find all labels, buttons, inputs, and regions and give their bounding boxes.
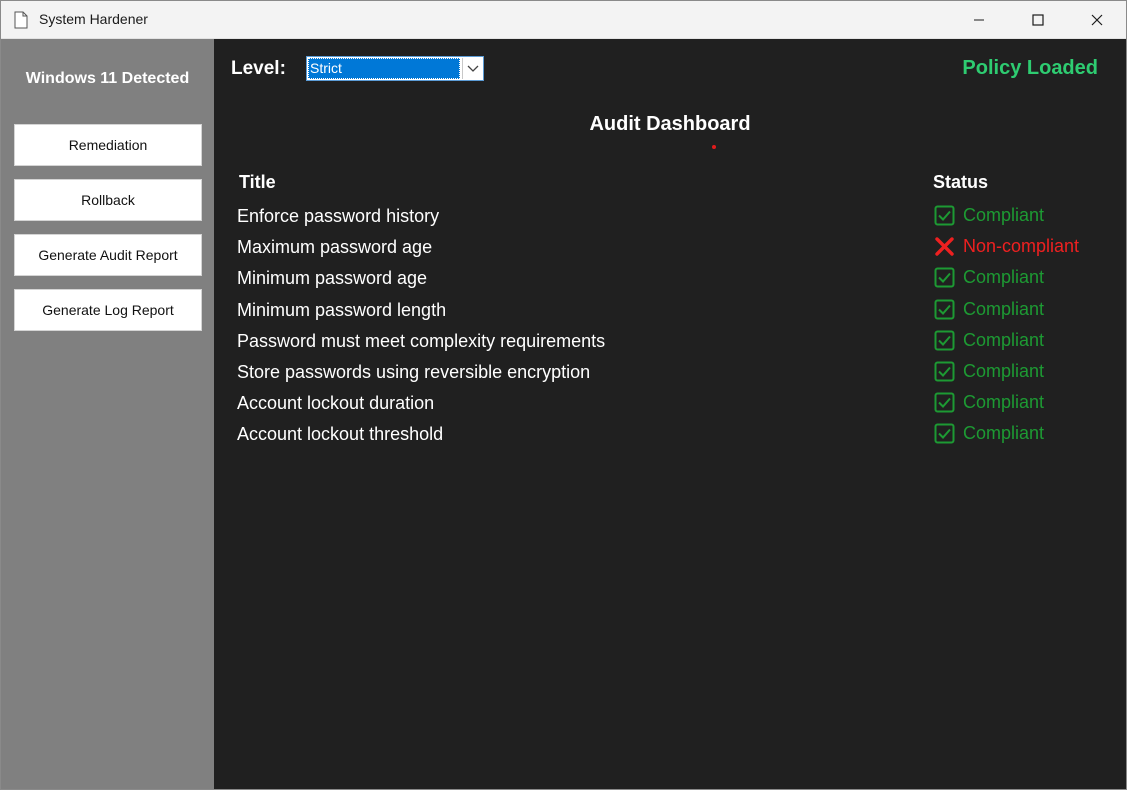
window-title: System Hardener	[39, 11, 148, 27]
generate-audit-report-button[interactable]: Generate Audit Report	[14, 234, 202, 276]
maximize-icon	[1032, 14, 1044, 26]
table-row: Minimum password age Compliant	[214, 265, 1126, 296]
minimize-icon	[974, 19, 984, 21]
row-status: Compliant	[934, 361, 1044, 382]
row-status-text: Compliant	[963, 298, 1045, 319]
row-status-text: Compliant	[963, 392, 1045, 413]
row-title: Store passwords using reversible encrypt…	[237, 362, 591, 382]
row-status-text: Compliant	[963, 361, 1045, 381]
column-header-title: Title	[239, 172, 276, 192]
maximize-button[interactable]	[1009, 1, 1067, 39]
row-title: Account lockout threshold	[237, 424, 444, 445]
table-row: Password must meet complexity requiremen…	[214, 328, 1126, 359]
row-status: Compliant	[934, 299, 1044, 320]
row-title: Enforce password history	[237, 206, 440, 226]
rollback-button[interactable]: Rollback	[14, 179, 202, 221]
check-box-icon	[934, 205, 955, 226]
row-status: Compliant	[934, 267, 1044, 288]
check-box-icon	[934, 423, 955, 444]
dropdown-button[interactable]	[462, 58, 482, 79]
table-row: Minimum password length Compliant	[214, 297, 1126, 328]
row-title: Password must meet complexity requiremen…	[237, 330, 606, 351]
row-status-text: Non-compliant	[963, 236, 1080, 257]
level-select[interactable]: Strict	[306, 56, 484, 81]
check-box-icon	[934, 361, 955, 382]
sidebar: Windows 11 Detected Remediation Rollback…	[1, 39, 214, 789]
generate-log-report-button[interactable]: Generate Log Report	[14, 289, 202, 331]
chevron-down-icon	[467, 65, 478, 72]
row-title: Minimum password length	[237, 299, 447, 320]
red-dot-marker	[712, 145, 716, 149]
row-status: Compliant	[934, 392, 1044, 413]
level-select-value[interactable]: Strict	[308, 58, 460, 79]
row-title: Maximum password age	[237, 237, 433, 258]
main-panel: Level: Strict Policy Loaded Audit Dashbo…	[214, 39, 1126, 789]
row-status-text: Compliant	[963, 205, 1045, 225]
row-status: Non-compliant	[934, 236, 1079, 257]
table-row: Enforce password history Compliant	[214, 203, 1126, 234]
row-title: Account lockout duration	[237, 393, 435, 414]
table-row: Maximum password age Non-compliant	[214, 234, 1126, 265]
table-row: Store passwords using reversible encrypt…	[214, 359, 1126, 390]
app-window: System Hardener Windows 11 Detected Reme…	[0, 0, 1127, 790]
remediation-button[interactable]: Remediation	[14, 124, 202, 166]
dashboard-title: Audit Dashboard	[214, 113, 1126, 136]
row-status-text: Compliant	[963, 329, 1045, 350]
check-box-icon	[934, 330, 955, 351]
os-detected-label: Windows 11 Detected	[25, 70, 190, 87]
minimize-button[interactable]	[950, 1, 1008, 39]
dashboard-title-text: Audit Dashboard	[589, 113, 751, 135]
x-mark-icon	[935, 237, 954, 256]
level-label: Level:	[231, 58, 286, 79]
close-icon	[1091, 14, 1103, 26]
document-icon	[14, 11, 28, 29]
table-row: Account lockout duration Compliant	[214, 390, 1126, 421]
title-bar[interactable]: System Hardener	[1, 1, 1126, 39]
row-title: Minimum password age	[237, 268, 428, 289]
row-status: Compliant	[934, 423, 1044, 444]
table-row: Account lockout threshold Compliant	[214, 421, 1126, 452]
row-status-text: Compliant	[963, 267, 1045, 288]
row-status: Compliant	[934, 205, 1044, 226]
close-button[interactable]	[1068, 1, 1126, 39]
check-box-icon	[934, 299, 955, 320]
row-status: Compliant	[934, 330, 1044, 351]
row-status-text: Compliant	[963, 423, 1045, 444]
policy-status: Policy Loaded	[962, 57, 1098, 79]
column-header-status: Status	[933, 172, 989, 192]
check-box-icon	[934, 267, 955, 288]
check-box-icon	[934, 392, 955, 413]
